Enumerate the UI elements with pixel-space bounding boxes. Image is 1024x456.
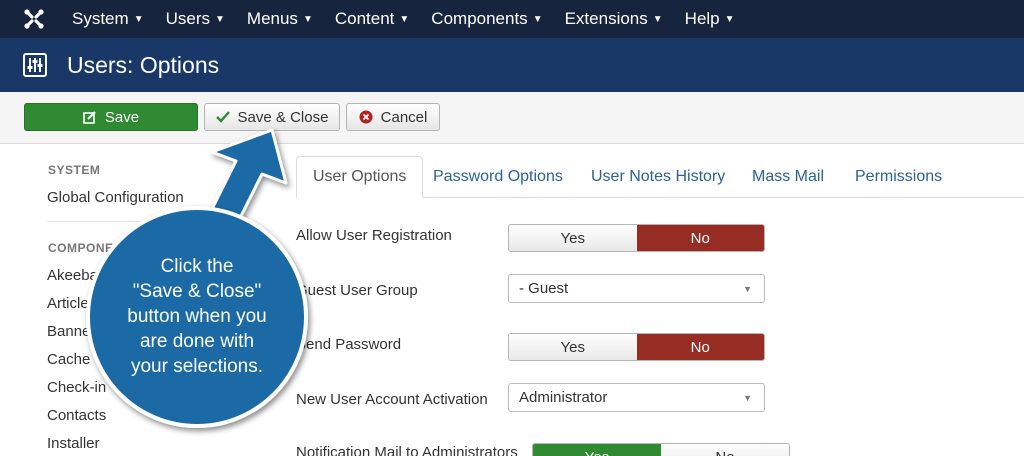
callout-line: are done with <box>139 331 255 352</box>
checkmark-icon <box>215 111 230 123</box>
menu-components[interactable]: Components ▼ <box>431 9 542 29</box>
caret-down-icon: ▼ <box>399 14 410 25</box>
send-password-yes[interactable]: Yes <box>509 334 637 360</box>
caret-down-icon: ▼ <box>724 14 735 25</box>
caret-down-icon: ▼ <box>133 14 144 25</box>
account-activation-label: New User Account Activation <box>296 391 488 408</box>
menu-users[interactable]: Users ▼ <box>166 9 225 29</box>
sidebar-item-contacts[interactable]: Contacts <box>47 407 106 424</box>
sidebar-item-check-in[interactable]: Check-in <box>47 379 106 396</box>
callout-text: Click the "Save & Close" button when you… <box>96 254 298 379</box>
callout-line: "Save & Close" <box>132 281 262 302</box>
notification-mail-toggle: Yes No <box>532 443 790 456</box>
tab-user-notes-history[interactable]: User Notes History <box>575 156 741 198</box>
menu-content[interactable]: Content ▼ <box>335 9 409 29</box>
allow-registration-no[interactable]: No <box>636 225 764 251</box>
allow-registration-toggle: Yes No <box>508 224 765 252</box>
notification-mail-yes[interactable]: Yes <box>533 444 661 456</box>
dropdown-arrow-icon: ▼ <box>743 393 752 403</box>
sidebar-heading-system: SYSTEM <box>48 163 101 177</box>
sidebar-heading-components: COMPONENTS <box>48 241 140 255</box>
sidebar-item-articles[interactable]: Articles <box>47 295 96 312</box>
account-activation-select[interactable]: Administrator ▼ <box>508 383 765 412</box>
cancel-button-label: Cancel <box>380 108 428 126</box>
save-close-button-label: Save & Close <box>237 108 329 126</box>
tab-permissions[interactable]: Permissions <box>839 156 958 198</box>
sidebar-item-akeeba[interactable]: Akeeba <box>47 267 98 284</box>
menu-menus[interactable]: Menus ▼ <box>247 9 313 29</box>
menu-users-label: Users <box>165 9 210 28</box>
cancel-circle-icon <box>359 110 373 124</box>
save-button[interactable]: Save <box>24 103 198 131</box>
send-password-no[interactable]: No <box>636 334 764 360</box>
edit-icon <box>83 110 97 124</box>
joomla-logo-icon[interactable] <box>22 7 46 31</box>
caret-down-icon: ▼ <box>302 14 313 25</box>
send-password-label: Send Password <box>296 336 402 353</box>
toolbar: Save Save & Close Cancel <box>0 92 1024 144</box>
menu-menus-label: Menus <box>246 9 298 28</box>
save-button-label: Save <box>104 108 140 126</box>
callout-line: Click the <box>160 256 234 277</box>
sidebar-item-banners[interactable]: Banners <box>47 323 103 340</box>
sidebar-item-cache[interactable]: Cache <box>47 351 90 368</box>
guest-group-value: - Guest <box>519 280 569 297</box>
sidebar-item-installer[interactable]: Installer <box>47 435 100 452</box>
caret-down-icon: ▼ <box>532 14 543 25</box>
caret-down-icon: ▼ <box>652 14 663 25</box>
menu-help[interactable]: Help ▼ <box>685 9 735 29</box>
cancel-button[interactable]: Cancel <box>346 103 440 131</box>
account-activation-value: Administrator <box>519 389 608 406</box>
tab-user-options[interactable]: User Options <box>296 156 424 198</box>
menu-system[interactable]: System ▼ <box>72 9 144 29</box>
caret-down-icon: ▼ <box>215 14 225 25</box>
menu-components-label: Components <box>431 9 528 28</box>
guest-group-select[interactable]: - Guest ▼ <box>508 274 765 303</box>
notification-mail-no[interactable]: No <box>661 444 789 456</box>
guest-group-label: Guest User Group <box>296 282 418 299</box>
options-sliders-icon <box>23 53 47 77</box>
callout-line: your selections. <box>130 356 263 377</box>
sidebar-item-global-configuration[interactable]: Global Configuration <box>47 189 184 206</box>
main-menu: System ▼ Users ▼ Menus ▼ Content ▼ Component… <box>72 0 757 38</box>
page-title: Users: Options <box>67 52 220 78</box>
dropdown-arrow-icon: ▼ <box>743 284 752 294</box>
send-password-toggle: Yes No <box>508 333 765 361</box>
save-close-button[interactable]: Save & Close <box>204 103 340 131</box>
allow-registration-label: Allow User Registration <box>296 227 452 244</box>
sidebar-divider <box>47 221 227 222</box>
notification-mail-label: Notification Mail to Administrators <box>296 444 518 456</box>
allow-registration-yes[interactable]: Yes <box>509 225 637 251</box>
page-header: Users: Options <box>0 38 1024 92</box>
menu-extensions[interactable]: Extensions ▼ <box>565 9 663 29</box>
menu-system-label: System <box>72 9 129 28</box>
menu-help-label: Help <box>684 9 720 28</box>
menu-extensions-label: Extensions <box>564 9 648 28</box>
top-navbar: System ▼ Users ▼ Menus ▼ Content ▼ Component… <box>0 0 1024 38</box>
tab-password-options[interactable]: Password Options <box>417 156 579 198</box>
menu-content-label: Content <box>334 9 395 28</box>
tab-mass-mail[interactable]: Mass Mail <box>736 156 840 198</box>
callout-line: button when you <box>127 306 267 327</box>
